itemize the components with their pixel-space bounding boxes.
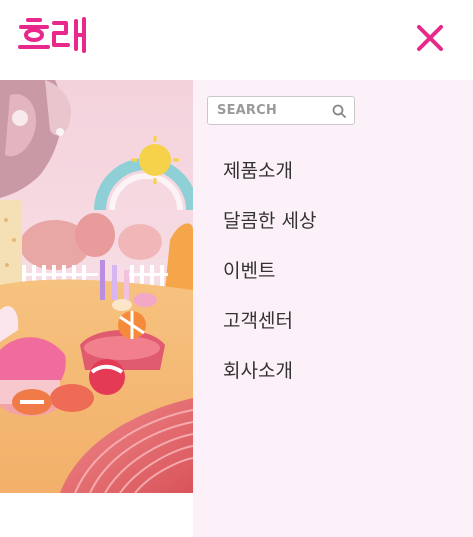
close-icon — [417, 25, 443, 51]
menu-list: 제품소개 달콤한 세상 이벤트 고객센터 회사소개 — [223, 160, 316, 410]
candy-world-banner-image — [0, 80, 193, 493]
close-button[interactable] — [414, 22, 446, 54]
header: 하래 — [0, 0, 473, 80]
search-box — [207, 96, 355, 125]
menu-item-company[interactable]: 회사소개 — [223, 360, 316, 410]
side-menu-panel: 제품소개 달콤한 세상 이벤트 고객센터 회사소개 — [193, 80, 473, 537]
logo-mark — [18, 17, 86, 53]
menu-item-customer-center[interactable]: 고객센터 — [223, 310, 316, 360]
search-icon[interactable] — [332, 104, 346, 118]
menu-item-products[interactable]: 제품소개 — [223, 160, 316, 210]
brand-logo[interactable]: 하래 — [18, 17, 93, 55]
menu-item-sweet-world[interactable]: 달콤한 세상 — [223, 210, 316, 260]
menu-item-events[interactable]: 이벤트 — [223, 260, 316, 310]
search-input[interactable] — [217, 97, 327, 124]
